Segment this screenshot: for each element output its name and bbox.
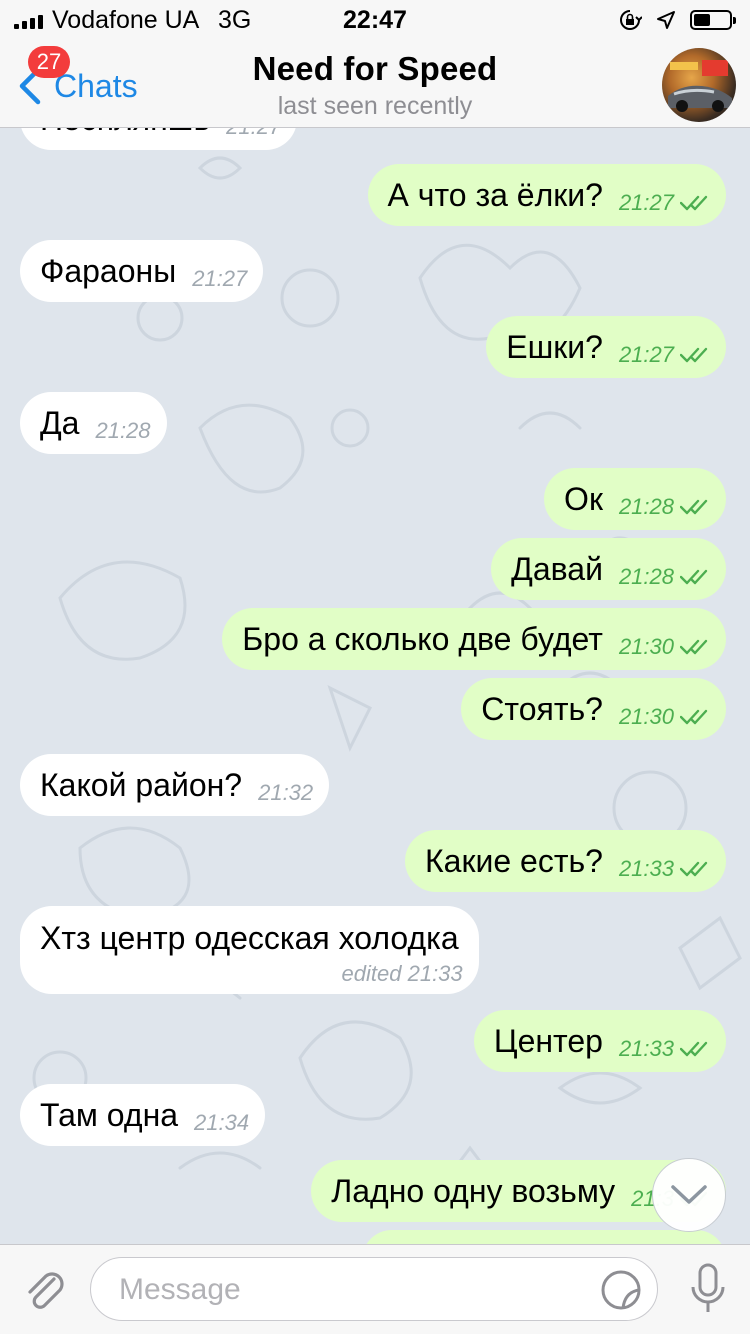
read-checks-icon xyxy=(680,709,708,725)
message-time: 21:28 xyxy=(618,564,674,589)
outgoing-message[interactable]: Ешки? 21:27 xyxy=(486,316,726,378)
message-text: Там одна xyxy=(40,1096,179,1133)
message-time: 21:28 xyxy=(95,418,151,443)
microphone-icon[interactable] xyxy=(690,1263,726,1315)
battery-icon xyxy=(690,10,736,30)
read-checks-icon xyxy=(680,195,708,211)
message-input[interactable] xyxy=(117,1268,581,1312)
outgoing-message[interactable] xyxy=(362,1230,726,1244)
message-text: Фараоны xyxy=(40,252,177,289)
sticker-icon[interactable] xyxy=(599,1268,643,1312)
paperclip-icon[interactable] xyxy=(20,1265,68,1313)
incoming-message[interactable]: Хтз центр одесская холодка edited 21:33 xyxy=(20,906,479,994)
scroll-down-button[interactable] xyxy=(652,1158,726,1232)
message-text: А что за ёлки? xyxy=(387,176,603,213)
message-time: 21:27 xyxy=(618,190,674,215)
message-text: Центер xyxy=(493,1022,603,1059)
message-text: Бро а сколько две будет xyxy=(242,620,603,657)
message-text: Да xyxy=(40,404,80,441)
incoming-message[interactable]: Какой район? 21:32 xyxy=(20,754,330,816)
message-time: edited 21:33 xyxy=(341,960,463,986)
chevron-down-icon xyxy=(671,1185,707,1204)
outgoing-message[interactable]: А что за ёлки? 21:27 xyxy=(367,164,726,226)
location-icon xyxy=(657,11,675,29)
outgoing-message[interactable]: Ок 21:28 xyxy=(544,468,726,530)
incoming-message[interactable]: Там одна 21:34 xyxy=(20,1084,266,1146)
input-bar xyxy=(0,1244,750,1334)
message-time: 21:33 xyxy=(618,856,674,881)
message-text: Давай xyxy=(511,550,603,587)
message-text: Поспляншь xyxy=(20,128,210,138)
message-text: Какой район? xyxy=(40,766,243,803)
read-checks-icon xyxy=(680,569,708,585)
read-checks-icon xyxy=(680,639,708,655)
message-time: 21:30 xyxy=(618,704,674,729)
message-time: 21:27 xyxy=(192,266,248,291)
outgoing-message[interactable]: Какие есть? 21:33 xyxy=(405,830,726,892)
message-text: Стоять? xyxy=(481,690,603,727)
message-text: Ок xyxy=(564,480,603,517)
message-time: 21:33 xyxy=(618,1036,674,1061)
read-checks-icon xyxy=(680,1041,708,1057)
avatar[interactable] xyxy=(662,48,736,122)
status-bar: Vodafone UA 3G 22:47 xyxy=(0,0,750,40)
chat-header: Chats 27 Need for Speed last seen recent… xyxy=(0,40,750,128)
chat-title[interactable]: Need for Speed xyxy=(0,50,750,88)
outgoing-message[interactable]: Давай 21:28 xyxy=(491,538,726,600)
incoming-message[interactable]: Поспляншь 21:27 xyxy=(20,128,298,150)
outgoing-message[interactable]: Центер 21:33 xyxy=(473,1010,726,1072)
message-text: Ладно одну возьму xyxy=(331,1172,616,1209)
message-time: 21:28 xyxy=(618,494,674,519)
orientation-lock-icon xyxy=(620,10,642,30)
outgoing-message[interactable]: Бро а сколько две будет 21:30 xyxy=(222,608,726,670)
incoming-message[interactable]: Фараоны 21:27 xyxy=(20,240,264,302)
message-time: 21:27 xyxy=(226,128,281,140)
message-text: Хтз центр одесская холодка xyxy=(40,919,459,956)
outgoing-message[interactable]: Стоять? 21:30 xyxy=(461,678,726,740)
incoming-message[interactable]: Да 21:28 xyxy=(20,392,167,454)
read-checks-icon xyxy=(680,499,708,515)
message-time: 21:32 xyxy=(258,780,314,805)
message-text: Ешки? xyxy=(506,328,603,365)
message-field[interactable] xyxy=(90,1257,658,1321)
read-checks-icon xyxy=(680,347,708,363)
chat-status: last seen recently xyxy=(277,92,473,120)
avatar-image xyxy=(668,60,732,112)
message-text: Какие есть? xyxy=(425,842,603,879)
message-list[interactable]: Поспляншь21:27А что за ёлки?21:27Фараоны… xyxy=(0,128,750,1244)
message-time: 21:30 xyxy=(618,634,674,659)
message-time: 21:34 xyxy=(194,1110,250,1135)
read-checks-icon xyxy=(680,861,708,877)
message-time: 21:27 xyxy=(618,342,674,367)
